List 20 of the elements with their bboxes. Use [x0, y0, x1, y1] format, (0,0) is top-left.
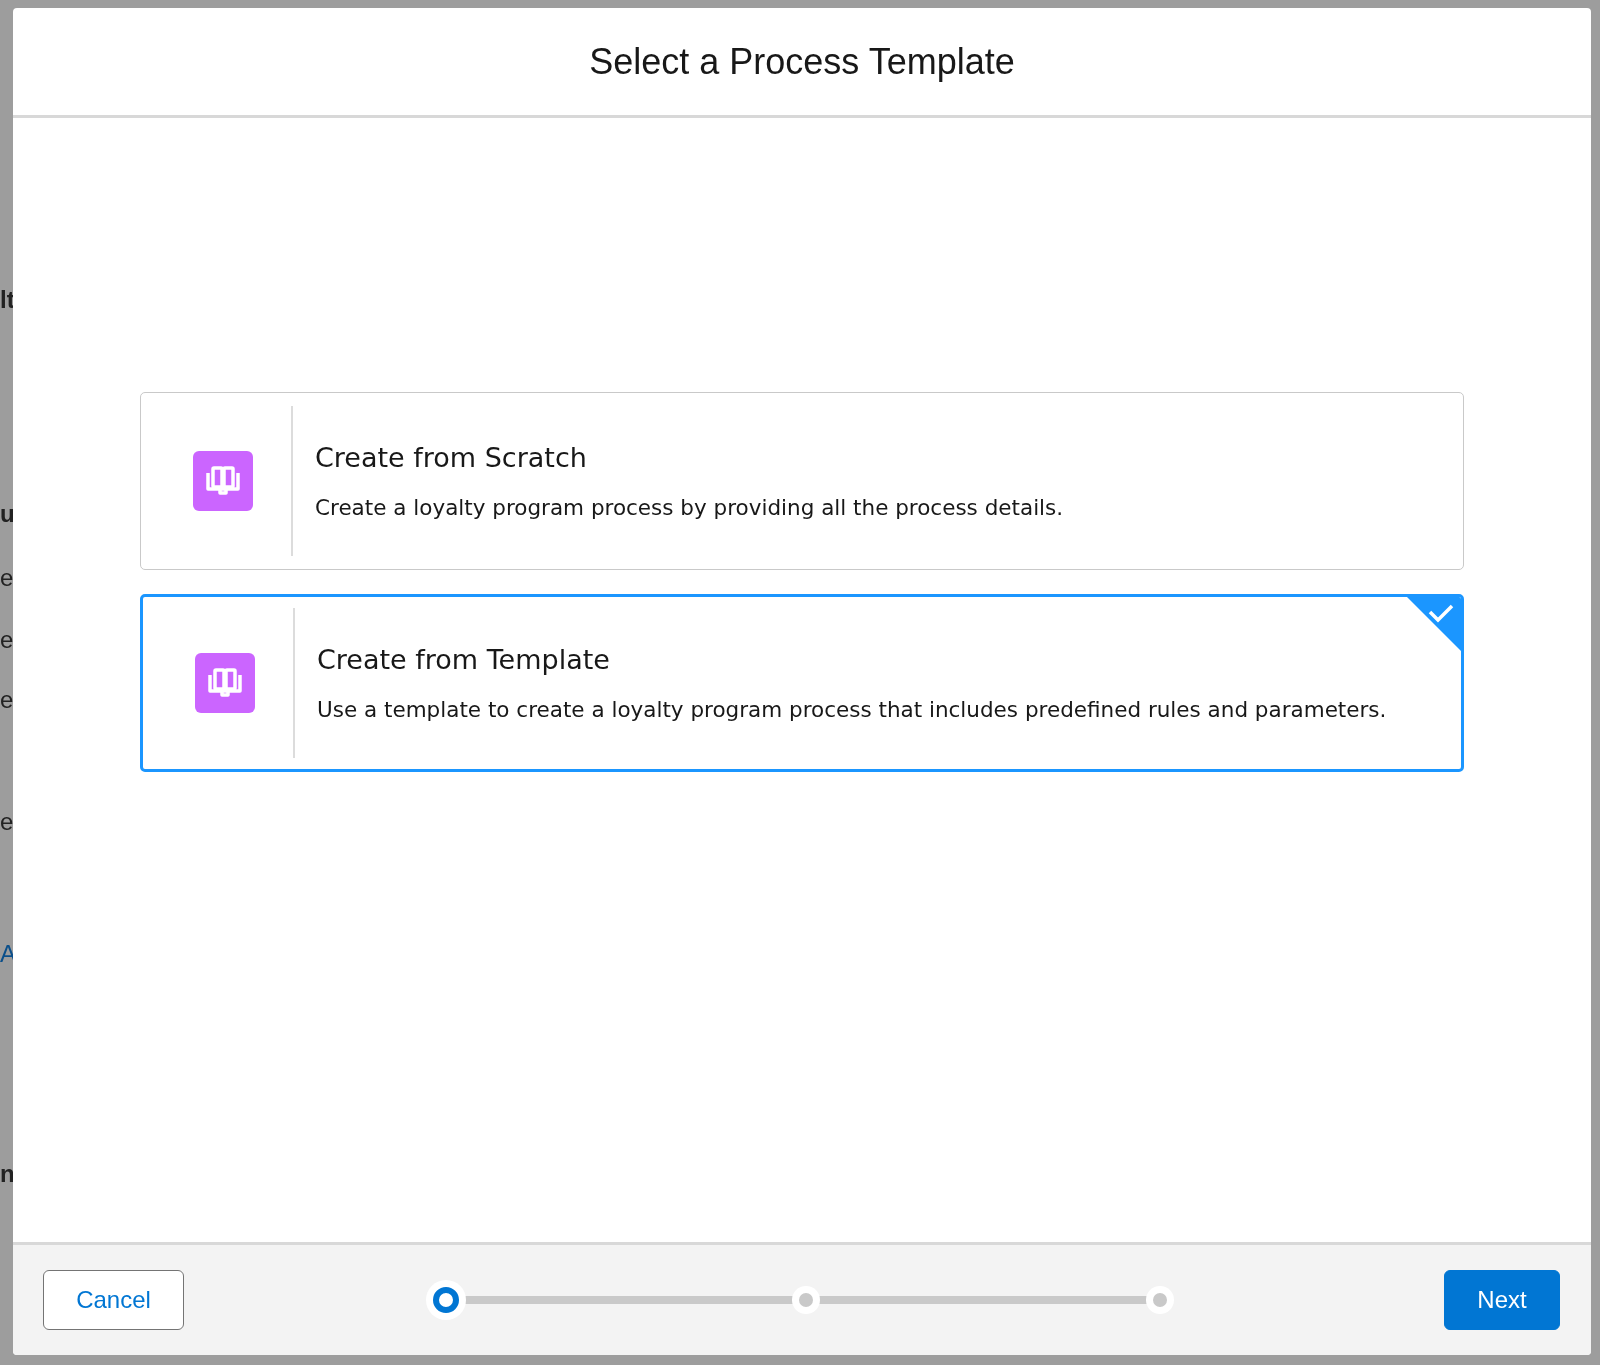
book-icon — [195, 653, 255, 713]
text-fragment: n — [0, 1160, 15, 1188]
next-button[interactable]: Next — [1444, 1270, 1560, 1330]
cancel-button[interactable]: Cancel — [43, 1270, 184, 1330]
text-fragment: u — [0, 500, 15, 528]
book-icon — [193, 451, 253, 511]
text-fragment: e — [0, 808, 14, 836]
option-title: Create from Template — [317, 644, 611, 675]
option-description: Use a template to create a loyalty program process that includes predefined rules and parameters. — [317, 697, 1387, 722]
modal-title: Select a Process Template — [589, 40, 1015, 83]
option-description: Create a loyalty program process by providing all the process details. — [315, 495, 1064, 520]
option-card[interactable]: Create from Scratch Create a loyalty program process by providing all the process details. — [140, 392, 1464, 570]
progress-step[interactable] — [426, 1280, 466, 1320]
text-fragment: lt — [0, 286, 15, 314]
option-title: Create from Scratch — [315, 442, 588, 473]
text-fragment: e — [0, 626, 14, 654]
text-fragment: e — [0, 564, 14, 592]
text-fragment: e — [0, 686, 14, 714]
check-icon — [1406, 597, 1461, 652]
option-card[interactable]: Create from Template Use a template to create a loyalty program process that includes predefined rules and parameters. — [140, 594, 1464, 772]
